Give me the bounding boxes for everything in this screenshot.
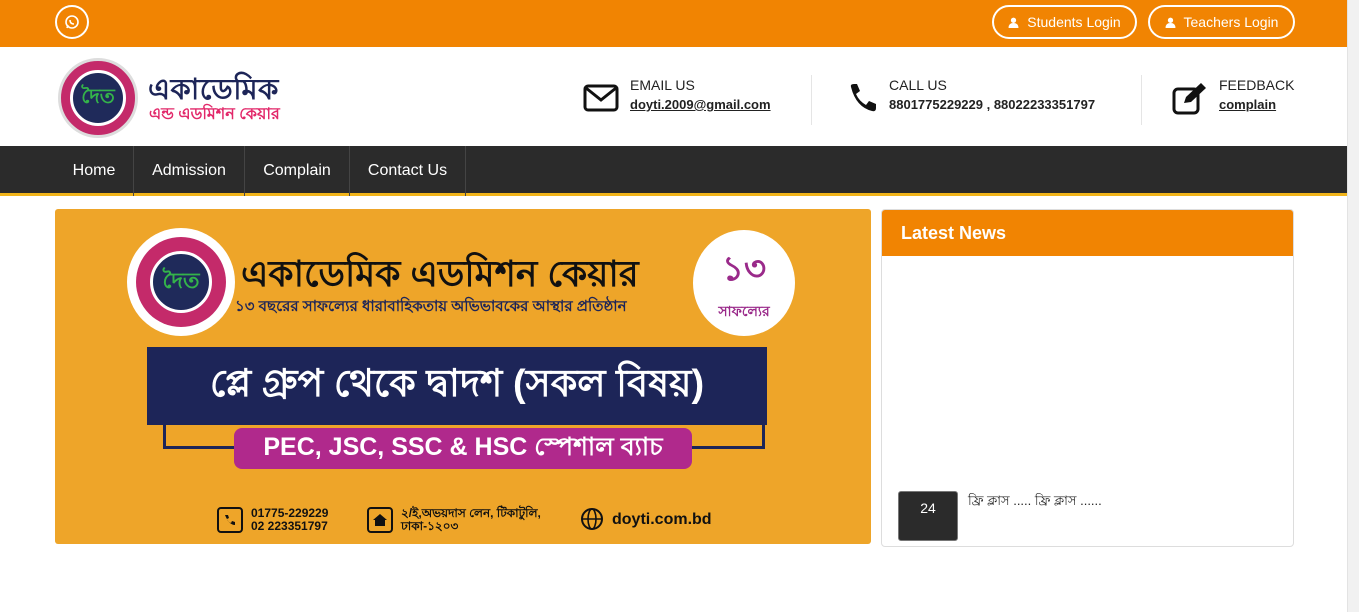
nav-label: Complain [263,162,331,179]
students-login-button[interactable]: Students Login [992,5,1137,39]
email-link[interactable]: doyti.2009@gmail.com [630,97,771,112]
nav-item-complain[interactable]: Complain [245,146,350,196]
nav-label: Contact Us [367,162,448,179]
banner-website: doyti.com.bd [580,507,712,531]
feedback-label: FEEDBACK [1219,77,1295,93]
teachers-login-button[interactable]: Teachers Login [1148,5,1295,39]
brand-tagline: এন্ড এডমিশন কেয়ার [149,106,280,123]
banner-address: ২/ই,অভয়দাস লেন, টিকাটুলি, ঢাকা-১২০৩ [367,507,541,533]
teachers-login-label: Teachers Login [1183,14,1279,30]
nav-label: Home [72,162,116,179]
banner-batch-pill: PEC, JSC, SSC & HSC স্পেশাল ব্যাচ [234,428,692,469]
main-nav: Home Admission Complain Contact Us [0,146,1347,196]
complain-link[interactable]: complain [1219,97,1276,112]
nav-item-admission[interactable]: Admission [134,146,245,196]
banner-logo: দৈত [127,228,235,336]
anniversary-badge: ১৩ সাফল্যের [693,230,795,336]
phone-numbers[interactable]: 8801775229229 , 88022233351797 [889,97,1095,112]
badge-number: ১৩ [721,249,767,288]
banner-phone-2: 02 223351797 [251,519,328,533]
email-label: EMAIL US [630,77,695,93]
whatsapp-icon [65,15,79,29]
banner-connector-left [163,425,243,449]
nav-label: Admission [152,162,226,179]
phone-icon [850,84,876,112]
globe-icon [581,508,603,530]
user-icon [1165,17,1175,28]
email-contact: EMAIL US doyti.2009@gmail.com [583,75,793,123]
logo-glyph: দৈত [70,70,126,126]
banner-website-text: doyti.com.bd [612,510,712,528]
banner-phone: 01775-229229 02 223351797 [217,507,328,533]
news-date-badge: 24 [898,491,958,541]
banner-logo-glyph: দৈত [150,251,212,313]
edit-icon [1172,83,1206,115]
news-item-link[interactable]: ফ্রি ক্লাস ..... ফ্রি ক্লাস ...... [968,492,1102,513]
banner-connector-right [683,425,765,449]
top-bar: Students Login Teachers Login [0,0,1347,47]
page-scrollbar[interactable] [1347,0,1359,612]
banner-address-2: ঢাকা-১২০৩ [401,519,459,533]
latest-news-panel: Latest News 24 ফ্রি ক্লাস ..... ফ্রি ক্ল… [881,209,1294,547]
call-contact: CALL US 8801775229229 , 88022233351797 [846,75,1126,123]
user-icon [1008,17,1019,28]
students-login-label: Students Login [1027,14,1121,30]
banner-headline: প্লে গ্রুপ থেকে দ্বাদশ (সকল বিষয়) [147,347,767,425]
home-icon [373,514,387,526]
site-header: দৈত একাডেমিক এন্ড এডমিশন কেয়ার EMAIL US… [0,47,1347,146]
nav-item-contact-us[interactable]: Contact Us [350,146,466,196]
latest-news-heading: Latest News [882,210,1293,256]
site-logo[interactable]: দৈত [58,58,138,138]
phone-icon [225,515,235,525]
divider [811,75,812,125]
feedback-contact: FEEDBACK complain [1172,75,1297,123]
banner-subtitle: ১৩ বছরের সাফল্যের ধারাবাহিকতায় অভিভাবকে… [235,298,627,315]
call-label: CALL US [889,77,947,93]
envelope-icon [583,84,619,112]
hero-banner[interactable]: দৈত একাডেমিক এডমিশন কেয়ার ১৩ বছরের সাফল… [55,209,871,544]
badge-text: সাফল্যের [718,302,770,319]
divider [1141,75,1142,125]
nav-item-home[interactable]: Home [55,146,134,196]
whatsapp-button[interactable] [55,5,89,39]
